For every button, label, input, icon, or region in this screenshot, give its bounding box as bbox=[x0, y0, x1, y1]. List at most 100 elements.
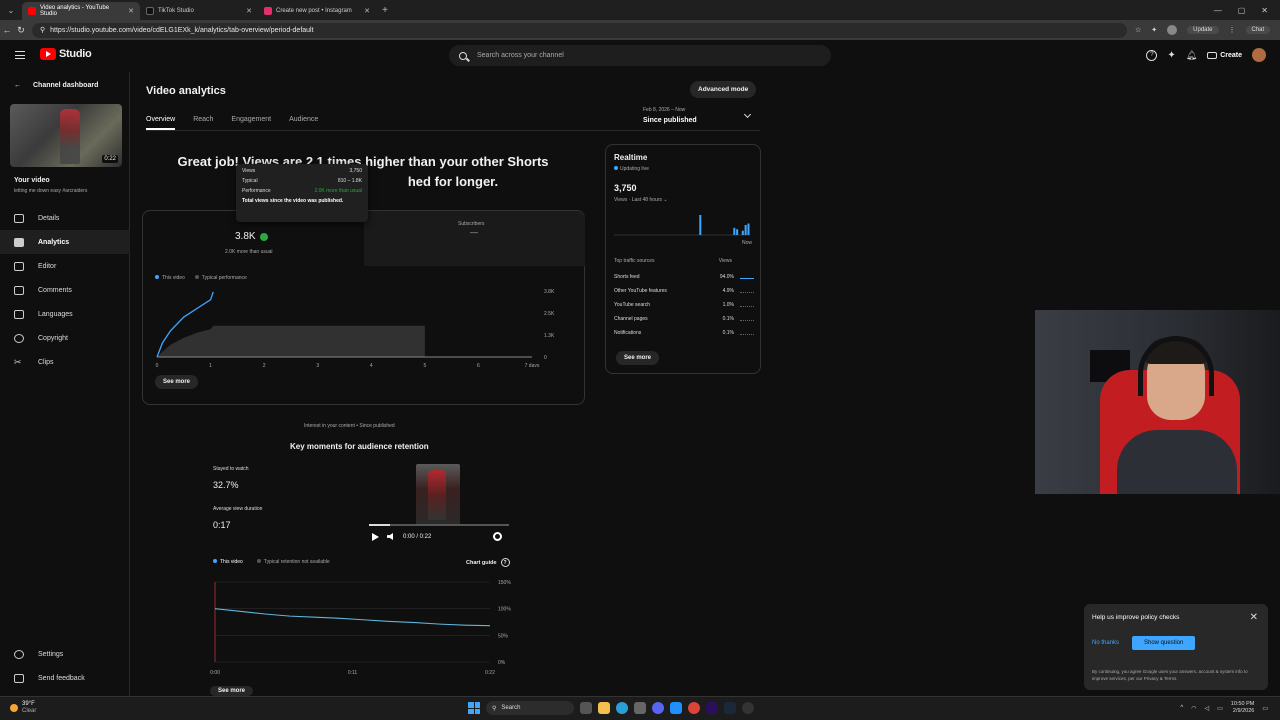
tab-menu-icon[interactable]: ⌄ bbox=[0, 0, 22, 20]
copyright-icon bbox=[14, 333, 24, 343]
new-tab-button[interactable]: + bbox=[376, 2, 394, 20]
close-icon[interactable]: ✕ bbox=[128, 7, 134, 15]
close-icon[interactable]: ✕ bbox=[364, 7, 370, 15]
obs-icon[interactable] bbox=[742, 702, 754, 714]
chat-button[interactable]: Chat bbox=[1245, 26, 1271, 34]
sidebar-item-feedback[interactable]: Send feedback bbox=[0, 666, 130, 690]
legend-label: Typical retention not available bbox=[263, 559, 330, 565]
period-selector[interactable]: Feb 8, 2026 – Now Since published bbox=[643, 107, 697, 124]
help-icon[interactable]: ? bbox=[1146, 49, 1158, 61]
settings-gear-icon[interactable] bbox=[493, 532, 502, 541]
task-view-icon[interactable] bbox=[580, 702, 592, 714]
progress-bar[interactable] bbox=[369, 524, 509, 526]
bell-icon[interactable]: 🔔︎ bbox=[1186, 50, 1197, 61]
edge-browser-icon[interactable] bbox=[616, 702, 628, 714]
taskbar-search[interactable]: ⚲ Search bbox=[486, 701, 574, 715]
show-question-button[interactable]: Show question bbox=[1132, 636, 1196, 650]
chrome-icon[interactable] bbox=[688, 702, 700, 714]
tab-overview[interactable]: Overview bbox=[146, 116, 176, 130]
create-button[interactable]: Create bbox=[1207, 51, 1242, 59]
source-name: YouTube search bbox=[614, 302, 651, 308]
chevron-down-icon[interactable] bbox=[743, 110, 752, 119]
retention-see-more-button[interactable]: See more bbox=[210, 686, 254, 696]
views-header: Views bbox=[718, 258, 732, 264]
channel-dashboard-link[interactable]: ← Channel dashboard bbox=[14, 82, 98, 89]
realtime-see-more-button[interactable]: See more bbox=[616, 351, 660, 365]
clock[interactable]: 10:50 PM 2/9/2026 bbox=[1231, 701, 1255, 715]
weather-widget[interactable]: 39°F Clear bbox=[10, 701, 36, 715]
sidebar-item-editor[interactable]: Editor bbox=[0, 254, 130, 278]
realtime-period-selector[interactable]: Views · Last 48 hours ⌄ bbox=[614, 197, 668, 203]
battery-icon[interactable]: ▭ bbox=[1217, 705, 1223, 712]
advanced-mode-button[interactable]: Advanced mode bbox=[690, 81, 757, 98]
studio-logo[interactable]: Studio bbox=[40, 48, 92, 60]
close-icon[interactable]: ✕ bbox=[246, 7, 252, 15]
file-explorer-icon[interactable] bbox=[598, 702, 610, 714]
sidebar-item-label: Details bbox=[38, 214, 60, 222]
see-more-button[interactable]: See more bbox=[155, 375, 199, 389]
search-placeholder: Search across your channel bbox=[477, 52, 564, 59]
volume-icon[interactable] bbox=[387, 533, 393, 540]
back-arrow-icon[interactable]: ← bbox=[0, 25, 14, 35]
help-icon: ? bbox=[500, 558, 510, 567]
retention-chart: 150% 100% 50% 0% 0:00 0:11 0:22 bbox=[210, 580, 511, 676]
site-info-icon[interactable]: ⚲ bbox=[40, 26, 45, 34]
hamburger-menu-icon[interactable] bbox=[15, 51, 25, 59]
profile-avatar[interactable] bbox=[1167, 25, 1178, 35]
discord-icon[interactable] bbox=[652, 702, 664, 714]
chart-guide-button[interactable]: Chart guide ? bbox=[466, 558, 510, 567]
legend-label: This video bbox=[220, 559, 243, 565]
browser-tab-tiktok[interactable]: TikTok Studio ✕ bbox=[140, 2, 258, 20]
chevron-up-icon[interactable]: ^ bbox=[1180, 705, 1183, 711]
check-up-icon bbox=[259, 232, 268, 241]
video-title: letting me down easy #arcraiders bbox=[14, 188, 88, 194]
sidebar-item-label: Editor bbox=[38, 262, 57, 270]
video-player[interactable]: 0:00 / 0:22 bbox=[364, 462, 514, 550]
menu-dots-icon[interactable]: ⋮ bbox=[1229, 26, 1236, 34]
sidebar-item-languages[interactable]: Languages bbox=[0, 302, 130, 326]
premiere-icon[interactable] bbox=[706, 702, 718, 714]
star-icon[interactable]: ☆ bbox=[1135, 26, 1141, 34]
extensions-icon[interactable]: ✦ bbox=[1151, 26, 1157, 34]
sidebar-item-comments[interactable]: Comments bbox=[0, 278, 130, 302]
retention-legend: This video Typical retention not availab… bbox=[213, 559, 330, 565]
update-button[interactable]: Update bbox=[1187, 26, 1219, 34]
source-sparkline bbox=[740, 317, 754, 321]
url-field[interactable]: ⚲ https://studio.youtube.com/video/cdELG… bbox=[32, 22, 1127, 38]
tab-reach[interactable]: Reach bbox=[193, 116, 213, 130]
sidebar-item-copyright[interactable]: Copyright bbox=[0, 326, 130, 350]
search-input[interactable]: Search across your channel bbox=[449, 45, 831, 66]
sidebar-item-details[interactable]: Details bbox=[0, 206, 130, 230]
maximize-icon[interactable]: ▢ bbox=[1238, 6, 1246, 15]
sidebar-item-clips[interactable]: ✂ Clips bbox=[0, 350, 130, 374]
video-thumbnail[interactable]: 0:22 bbox=[10, 104, 122, 167]
steam-icon[interactable] bbox=[724, 702, 736, 714]
speaker-icon[interactable]: ◁ bbox=[1204, 705, 1209, 712]
browser-tab-instagram[interactable]: Create new post • Instagram ✕ bbox=[258, 2, 376, 20]
tab-engagement[interactable]: Engagement bbox=[231, 116, 271, 130]
webcam-shirt bbox=[1117, 430, 1237, 494]
browser-tab-youtube-studio[interactable]: Video analytics - YouTube Studio ✕ bbox=[22, 2, 140, 20]
close-window-icon[interactable]: ✕ bbox=[1261, 6, 1268, 15]
traffic-source-row: YouTube search 1.0% bbox=[614, 298, 754, 312]
sidebar-item-analytics[interactable]: Analytics bbox=[0, 230, 130, 254]
tab-audience[interactable]: Audience bbox=[289, 116, 318, 130]
youtube-favicon-icon bbox=[28, 7, 36, 15]
sidebar-item-settings[interactable]: Settings bbox=[0, 642, 130, 666]
subscribers-panel[interactable] bbox=[364, 211, 585, 266]
app-icon[interactable] bbox=[634, 702, 646, 714]
app-icon[interactable] bbox=[670, 702, 682, 714]
reload-icon[interactable]: ↻ bbox=[14, 25, 28, 36]
url-text: https://studio.youtube.com/video/cdELG1E… bbox=[50, 26, 314, 34]
views-metric[interactable]: 3.8K bbox=[235, 231, 268, 242]
windows-start-icon[interactable] bbox=[468, 702, 480, 714]
minimize-icon[interactable]: — bbox=[1214, 6, 1222, 15]
notifications-icon[interactable]: ▭ bbox=[1262, 705, 1268, 712]
account-avatar[interactable] bbox=[1252, 48, 1266, 62]
sidebar-item-label: Analytics bbox=[38, 238, 70, 246]
sparkle-icon[interactable]: ✦ bbox=[1167, 50, 1175, 61]
no-thanks-button[interactable]: No thanks bbox=[1092, 640, 1119, 646]
play-icon[interactable] bbox=[372, 532, 379, 541]
close-icon[interactable]: ✕ bbox=[1250, 612, 1258, 623]
wifi-icon[interactable]: ◠ bbox=[1191, 705, 1196, 712]
